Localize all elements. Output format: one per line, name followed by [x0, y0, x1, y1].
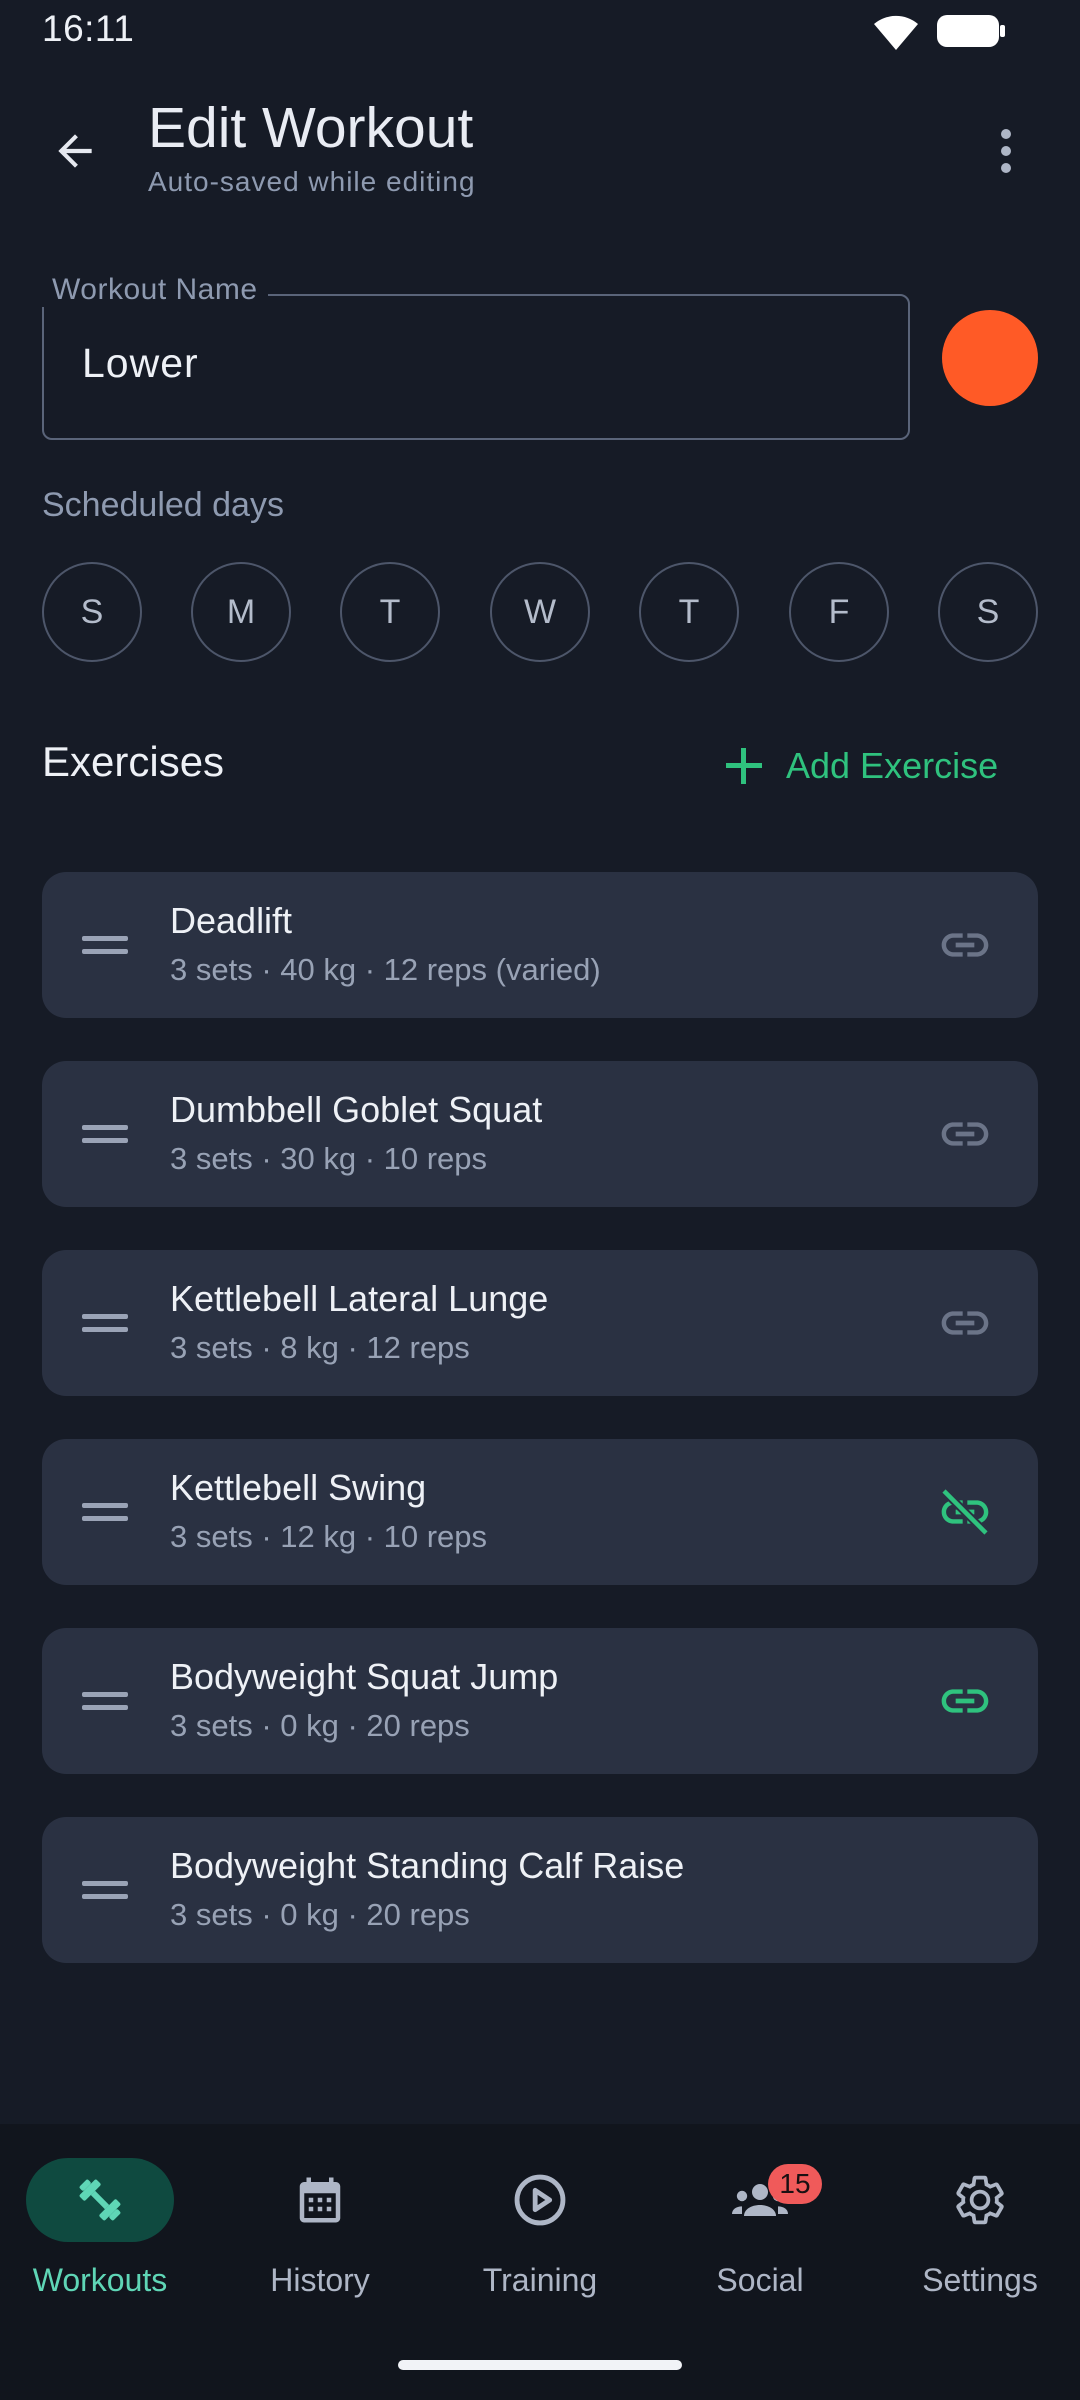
link-icon — [941, 1689, 989, 1713]
nav-label-social: Social — [716, 2262, 804, 2298]
exercise-detail: 3 sets · 40 kg · 12 reps (varied) — [170, 952, 601, 987]
drag-handle-icon[interactable] — [82, 928, 128, 962]
day-chip-wednesday[interactable]: W — [490, 562, 590, 662]
day-chip-tuesday[interactable]: T — [340, 562, 440, 662]
add-exercise-label: Add Exercise — [786, 745, 999, 786]
app-bar: Edit Workout Auto-saved while editing — [0, 80, 1080, 220]
nav-item-social[interactable]: 15 Social — [660, 2158, 860, 2318]
workout-name-input[interactable] — [82, 340, 862, 387]
superset-link-button[interactable] — [932, 1668, 998, 1734]
status-bar: 16:11 — [0, 0, 1080, 62]
home-indicator[interactable] — [398, 2360, 682, 2370]
exercise-name: Kettlebell Lateral Lunge — [170, 1278, 549, 1319]
day-chip-saturday[interactable]: S — [938, 562, 1038, 662]
nav-icon-wrap — [466, 2158, 614, 2242]
edit-workout-screen: 16:11 Edit Workout Auto-saved while edit… — [0, 0, 1080, 2400]
superset-link-button[interactable] — [932, 1290, 998, 1356]
exercise-name: Bodyweight Standing Calf Raise — [170, 1845, 685, 1886]
exercise-name: Kettlebell Swing — [170, 1467, 427, 1508]
battery-icon — [937, 15, 1005, 47]
drag-handle-icon[interactable] — [82, 1306, 128, 1340]
exercise-name: Dumbbell Goblet Squat — [170, 1089, 543, 1130]
link-icon — [941, 933, 989, 957]
more-options-button[interactable] — [976, 112, 1036, 190]
dumbbell-icon — [79, 2179, 121, 2221]
play-circle-icon — [514, 2174, 566, 2226]
superset-link-button[interactable] — [932, 1101, 998, 1167]
superset-unlink-button[interactable] — [932, 1479, 998, 1545]
exercise-detail: 3 sets · 30 kg · 10 reps — [170, 1141, 488, 1176]
day-chip-monday[interactable]: M — [191, 562, 291, 662]
nav-item-training[interactable]: Training — [440, 2158, 640, 2318]
nav-item-history[interactable]: History — [220, 2158, 420, 2318]
exercise-card[interactable]: Kettlebell Swing 3 sets · 12 kg · 10 rep… — [42, 1439, 1038, 1585]
drag-handle-icon[interactable] — [82, 1873, 128, 1907]
link-icon — [941, 1122, 989, 1146]
exercise-card[interactable]: Kettlebell Lateral Lunge 3 sets · 8 kg ·… — [42, 1250, 1038, 1396]
workout-name-label: Workout Name — [42, 273, 268, 307]
exercise-detail: 3 sets · 12 kg · 10 reps — [170, 1519, 488, 1554]
drag-handle-icon[interactable] — [82, 1495, 128, 1529]
arrow-left-icon — [58, 134, 92, 168]
exercise-name: Deadlift — [170, 900, 293, 941]
day-chip-friday[interactable]: F — [789, 562, 889, 662]
page-title: Edit Workout — [148, 96, 474, 160]
exercise-card[interactable]: Deadlift 3 sets · 40 kg · 12 reps (varie… — [42, 872, 1038, 1018]
exercise-card[interactable]: Bodyweight Squat Jump 3 sets · 0 kg · 20… — [42, 1628, 1038, 1774]
page-subtitle: Auto-saved while editing — [148, 166, 476, 197]
scheduled-days-row: S M T W T F S — [42, 562, 1038, 662]
exercise-detail: 3 sets · 0 kg · 20 reps — [170, 1708, 470, 1743]
plus-icon — [726, 748, 762, 784]
nav-active-indicator — [26, 2158, 174, 2242]
nav-label-training: Training — [482, 2262, 598, 2298]
exercise-name: Bodyweight Squat Jump — [170, 1656, 559, 1697]
drag-handle-icon[interactable] — [82, 1117, 128, 1151]
exercise-card[interactable]: Dumbbell Goblet Squat 3 sets · 30 kg · 1… — [42, 1061, 1038, 1207]
drag-handle-icon[interactable] — [82, 1684, 128, 1718]
gear-icon — [956, 2175, 1004, 2225]
notification-badge: 15 — [768, 2164, 822, 2204]
superset-link-button[interactable] — [932, 912, 998, 978]
exercise-detail: 3 sets · 0 kg · 20 reps — [170, 1897, 470, 1932]
day-chip-thursday[interactable]: T — [639, 562, 739, 662]
nav-label-workouts: Workouts — [32, 2262, 168, 2298]
exercise-card[interactable]: Bodyweight Standing Calf Raise 3 sets · … — [42, 1817, 1038, 1963]
nav-item-workouts[interactable]: Workouts — [0, 2158, 200, 2318]
status-time: 16:11 — [42, 8, 135, 49]
calendar-icon — [299, 2177, 341, 2223]
link-icon — [941, 1311, 989, 1335]
more-vertical-icon — [1001, 129, 1011, 173]
back-button[interactable] — [36, 112, 114, 190]
nav-item-settings[interactable]: Settings — [880, 2158, 1080, 2318]
workout-color-picker[interactable] — [942, 310, 1038, 406]
exercise-detail: 3 sets · 8 kg · 12 reps — [170, 1330, 470, 1365]
nav-icon-wrap — [246, 2158, 394, 2242]
nav-label-history: History — [270, 2262, 370, 2298]
add-exercise-button[interactable]: Add Exercise — [724, 738, 998, 794]
bottom-navigation: Workouts History Training 15 Social Sett… — [0, 2124, 1080, 2400]
link-off-icon — [941, 1488, 989, 1536]
day-chip-sunday[interactable]: S — [42, 562, 142, 662]
nav-icon-wrap — [906, 2158, 1054, 2242]
exercises-heading: Exercises — [42, 738, 225, 785]
wifi-icon — [874, 15, 918, 50]
scheduled-days-label: Scheduled days — [42, 486, 284, 524]
nav-label-settings: Settings — [922, 2262, 1038, 2298]
title-block: Edit Workout Auto-saved while editing — [148, 92, 476, 198]
